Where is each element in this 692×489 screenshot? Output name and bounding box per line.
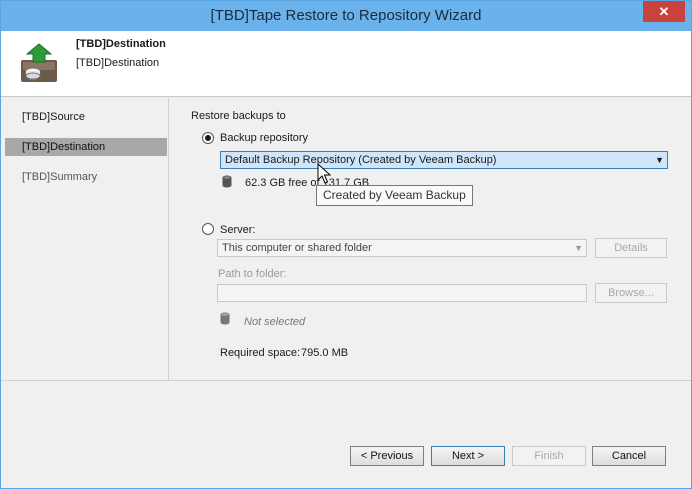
section-label: Restore backups to xyxy=(191,110,286,122)
finish-button[interactable]: Finish xyxy=(512,446,586,466)
sidebar-item-source[interactable]: [TBD]Source xyxy=(5,108,167,126)
window-title: [TBD]Tape Restore to Repository Wizard xyxy=(210,7,482,24)
path-to-folder-label: Path to folder: xyxy=(218,268,287,280)
repository-tooltip: Created by Veeam Backup xyxy=(316,185,473,206)
wizard-footer: < Previous Next > Finish Cancel xyxy=(1,380,691,488)
database-icon xyxy=(222,175,232,188)
backup-repository-label[interactable]: Backup repository xyxy=(220,132,308,144)
sidebar-item-destination[interactable]: [TBD]Destination xyxy=(5,138,167,156)
browse-button[interactable]: Browse... xyxy=(595,283,667,303)
database-icon xyxy=(220,312,230,325)
server-label[interactable]: Server: xyxy=(220,224,255,236)
title-bar[interactable]: [TBD]Tape Restore to Repository Wizard ✕ xyxy=(1,1,691,31)
wizard-window: [TBD]Tape Restore to Repository Wizard ✕… xyxy=(0,0,692,489)
destination-panel: Restore backups to Backup repository Def… xyxy=(170,98,691,380)
server-status: Not selected xyxy=(244,316,306,328)
cancel-button[interactable]: Cancel xyxy=(592,446,666,466)
repository-select[interactable]: Default Backup Repository (Created by Ve… xyxy=(220,151,668,169)
header-subtitle: [TBD]Destination xyxy=(76,57,160,69)
next-button[interactable]: Next > xyxy=(431,446,505,466)
header-title: [TBD]Destination xyxy=(76,38,166,50)
mouse-pointer-icon xyxy=(317,163,331,184)
tape-restore-icon xyxy=(21,43,57,82)
wizard-header: [TBD]Destination [TBD]Destination xyxy=(1,31,691,97)
path-to-folder-input[interactable] xyxy=(217,284,587,302)
previous-button[interactable]: < Previous xyxy=(350,446,424,466)
details-button[interactable]: Details xyxy=(595,238,667,258)
server-radio[interactable] xyxy=(202,223,214,235)
chevron-down-icon[interactable]: ▼ xyxy=(574,240,583,256)
repository-select-value: Default Backup Repository (Created by Ve… xyxy=(225,154,497,166)
sidebar-item-label: [TBD]Destination xyxy=(22,141,106,153)
close-icon: ✕ xyxy=(658,4,670,19)
chevron-down-icon[interactable]: ▼ xyxy=(655,152,664,168)
sidebar-item-label: [TBD]Summary xyxy=(22,171,98,183)
server-select-value: This computer or shared folder xyxy=(222,242,372,254)
wizard-steps: [TBD]Source [TBD]Destination [TBD]Summar… xyxy=(1,98,169,380)
sidebar-item-summary[interactable]: [TBD]Summary xyxy=(5,168,167,186)
server-select[interactable]: This computer or shared folder ▼ xyxy=(217,239,587,257)
sidebar-item-label: [TBD]Source xyxy=(22,111,85,123)
backup-repository-radio[interactable] xyxy=(202,132,214,144)
close-button[interactable]: ✕ xyxy=(643,1,685,22)
required-space-value: 795.0 MB xyxy=(301,347,349,359)
required-space-label: Required space: xyxy=(220,347,301,359)
